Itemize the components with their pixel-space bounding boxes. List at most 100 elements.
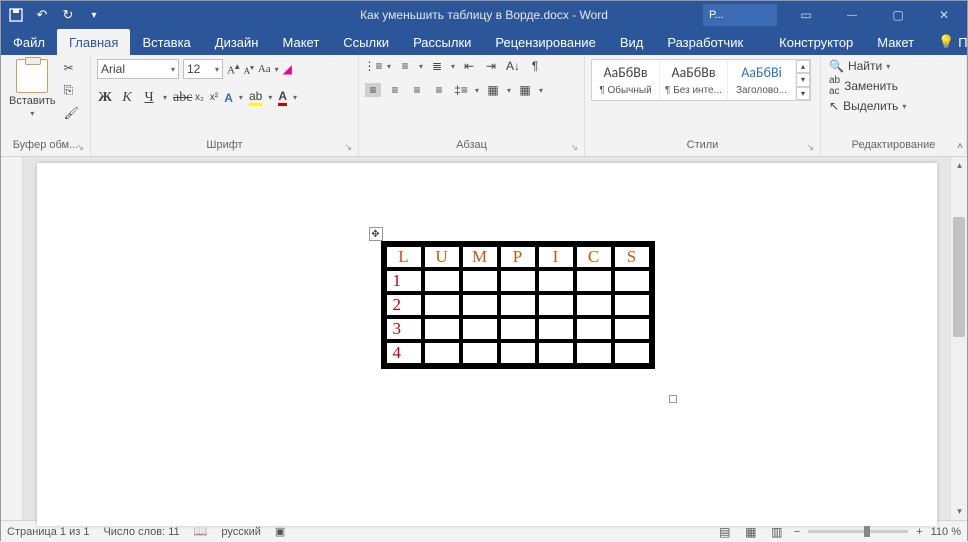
cut-icon[interactable]: ✂: [64, 61, 79, 75]
dialog-launcher-icon[interactable]: ↘: [806, 140, 814, 154]
group-font: Arial▾ 12▾ A▴ A▾ Aa▾ ◢ Ж К Ч▾ abc x₂ x² …: [91, 55, 359, 156]
zoom-in-icon[interactable]: +: [916, 526, 922, 538]
qat-customize-icon[interactable]: ▾: [87, 8, 101, 22]
group-styles: АаБбВв¶ Обычный АаБбВв¶ Без инте... АаБб…: [585, 55, 821, 156]
group-font-label: Шрифт: [206, 139, 242, 151]
document-table[interactable]: L U M P I C S 1 2 3 4: [381, 241, 655, 369]
collapse-ribbon-icon[interactable]: ˄: [957, 141, 963, 152]
tab-file[interactable]: Файл: [1, 29, 57, 55]
tab-insert[interactable]: Вставка: [130, 29, 202, 55]
select-button[interactable]: ↖Выделить▾: [829, 99, 906, 113]
find-button[interactable]: 🔍Найти▾: [829, 59, 906, 73]
styles-scroll[interactable]: ▴▾▾: [796, 60, 810, 100]
decrease-indent-icon[interactable]: ⇤: [461, 59, 477, 73]
tab-layout[interactable]: Макет: [270, 29, 331, 55]
tab-review[interactable]: Рецензирование: [483, 29, 607, 55]
align-right-icon[interactable]: ≡: [409, 83, 425, 97]
change-case-icon[interactable]: Aa: [258, 63, 271, 75]
align-left-icon[interactable]: ≡: [365, 83, 381, 97]
multilevel-icon[interactable]: ≣: [429, 59, 445, 73]
tab-home[interactable]: Главная: [57, 29, 130, 55]
underline-button[interactable]: Ч: [141, 90, 157, 106]
group-styles-label: Стили: [687, 139, 719, 151]
text-effects-icon[interactable]: A: [224, 91, 233, 105]
zoom-slider[interactable]: [808, 530, 908, 533]
table-resize-handle-icon[interactable]: [669, 395, 677, 403]
scrollbar-thumb[interactable]: [953, 217, 965, 337]
table-move-handle-icon[interactable]: ✥: [369, 227, 383, 241]
status-word-count[interactable]: Число слов: 11: [103, 526, 179, 538]
style-normal[interactable]: АаБбВв¶ Обычный: [592, 60, 660, 100]
tab-references[interactable]: Ссылки: [331, 29, 401, 55]
strikethrough-button[interactable]: abc: [173, 90, 189, 106]
status-language[interactable]: русский: [221, 526, 260, 538]
table-row: 2: [386, 294, 650, 316]
maximize-icon[interactable]: ▢: [875, 1, 921, 29]
dialog-launcher-icon[interactable]: ↘: [76, 140, 84, 154]
redo-icon[interactable]: ↻: [61, 8, 75, 22]
borders-icon[interactable]: ▦: [517, 83, 533, 97]
tab-table-design[interactable]: Конструктор: [767, 29, 865, 55]
shrink-font-icon[interactable]: A▾: [244, 63, 254, 76]
ribbon-display-icon[interactable]: ▭: [783, 1, 829, 29]
line-spacing-icon[interactable]: ‡≡: [453, 83, 469, 97]
tab-table-layout[interactable]: Макет: [865, 29, 926, 55]
font-color-icon[interactable]: A: [278, 89, 287, 106]
superscript-button[interactable]: x²: [210, 92, 218, 103]
group-paragraph: ⋮≡▾ ≡▾ ≣▾ ⇤ ⇥ A↓ ¶ ≡ ≡ ≡ ≡ ‡≡▾ ▦▾ ▦▾ Абз…: [359, 55, 585, 156]
font-name-combo[interactable]: Arial▾: [97, 59, 179, 79]
scroll-down-icon[interactable]: ▾: [951, 503, 968, 520]
tab-developer[interactable]: Разработчик: [655, 29, 755, 55]
sort-icon[interactable]: A↓: [505, 59, 521, 73]
window-title: Как уменьшить таблицу в Ворде.docx - Wor…: [360, 8, 608, 22]
group-paragraph-label: Абзац: [456, 139, 487, 151]
clipboard-icon: [16, 59, 48, 93]
tab-view[interactable]: Вид: [608, 29, 656, 55]
show-marks-icon[interactable]: ¶: [527, 59, 543, 73]
style-no-spacing[interactable]: АаБбВв¶ Без инте...: [660, 60, 728, 100]
clear-formatting-icon[interactable]: ◢: [283, 62, 292, 76]
replace-button[interactable]: abacЗаменить: [829, 75, 906, 97]
tell-me[interactable]: 💡Помощн: [926, 29, 968, 55]
highlight-icon[interactable]: ab: [249, 89, 262, 106]
style-heading1[interactable]: АаБбВіЗаголово...: [728, 60, 796, 100]
cursor-icon: ↖: [829, 99, 839, 113]
dialog-launcher-icon[interactable]: ↘: [344, 140, 352, 154]
bullets-icon[interactable]: ⋮≡: [365, 59, 381, 73]
styles-gallery[interactable]: АаБбВв¶ Обычный АаБбВв¶ Без инте... АаБб…: [591, 59, 811, 101]
justify-icon[interactable]: ≡: [431, 83, 447, 97]
vertical-scrollbar[interactable]: ▴ ▾: [950, 157, 967, 520]
grow-font-icon[interactable]: A▴: [227, 61, 240, 77]
tab-mailings[interactable]: Рассылки: [401, 29, 483, 55]
account-box[interactable]: Р...: [703, 4, 777, 26]
bold-button[interactable]: Ж: [97, 90, 113, 106]
shading-icon[interactable]: ▦: [485, 83, 501, 97]
increase-indent-icon[interactable]: ⇥: [483, 59, 499, 73]
copy-icon[interactable]: ⎘: [64, 83, 79, 98]
save-icon[interactable]: [9, 8, 23, 22]
subscript-button[interactable]: x₂: [195, 92, 204, 103]
scroll-up-icon[interactable]: ▴: [951, 157, 968, 174]
paste-button[interactable]: Вставить ▾: [5, 57, 60, 120]
zoom-level[interactable]: 110 %: [931, 526, 961, 538]
table-row: 1: [386, 270, 650, 292]
zoom-out-icon[interactable]: −: [794, 526, 800, 538]
format-painter-icon[interactable]: 🖌: [64, 106, 79, 120]
spellcheck-icon[interactable]: 📖: [194, 525, 208, 538]
numbering-icon[interactable]: ≡: [397, 59, 413, 73]
status-page[interactable]: Страница 1 из 1: [7, 526, 89, 538]
tab-design[interactable]: Дизайн: [203, 29, 271, 55]
macro-record-icon[interactable]: ▣: [275, 525, 285, 538]
font-size-combo[interactable]: 12▾: [183, 59, 223, 79]
undo-icon[interactable]: ↶: [35, 8, 49, 22]
align-center-icon[interactable]: ≡: [387, 83, 403, 97]
dialog-launcher-icon[interactable]: ↘: [570, 140, 578, 154]
page[interactable]: ✥ L U M P I C S 1 2 3 4: [37, 163, 937, 526]
zoom-slider-knob[interactable]: [864, 526, 870, 537]
document-area: ✥ L U M P I C S 1 2 3 4 ▴ ▾: [1, 157, 967, 520]
close-icon[interactable]: ✕: [921, 1, 967, 29]
minimize-icon[interactable]: —: [829, 1, 875, 29]
lightbulb-icon: 💡: [938, 34, 954, 50]
italic-button[interactable]: К: [119, 90, 135, 106]
ribbon: Вставить ▾ ✂ ⎘ 🖌 Буфер обм...↘ Arial▾ 12…: [1, 55, 967, 157]
